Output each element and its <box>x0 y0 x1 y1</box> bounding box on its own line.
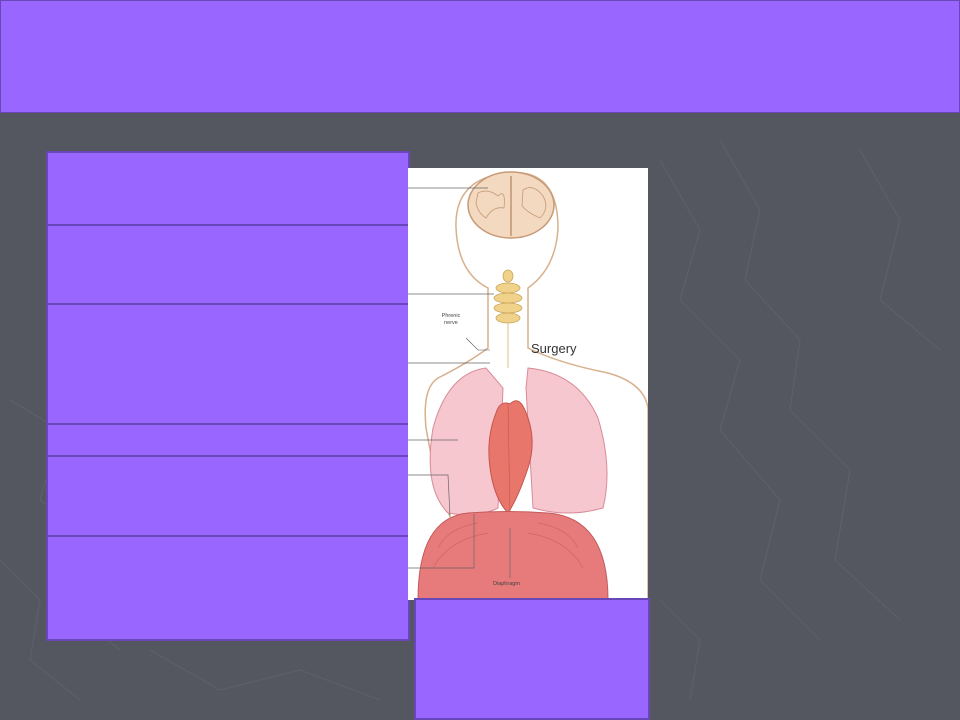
label-box-phrenic <box>46 303 410 425</box>
label-box-heart <box>46 455 410 537</box>
phrenic-nerve-label: Phrenic nerve <box>441 313 461 326</box>
label-box-spine <box>46 224 410 305</box>
diaphragm-label: Diaphragm <box>493 581 520 587</box>
title-bar <box>0 0 960 113</box>
surgery-label: Surgery <box>531 341 577 356</box>
anatomy-illustration <box>408 171 648 600</box>
caption-box <box>414 598 650 720</box>
label-box-lung <box>46 423 410 457</box>
label-box-brain <box>46 151 410 226</box>
label-box-diaphragm <box>46 535 410 641</box>
anatomy-figure <box>408 168 648 600</box>
